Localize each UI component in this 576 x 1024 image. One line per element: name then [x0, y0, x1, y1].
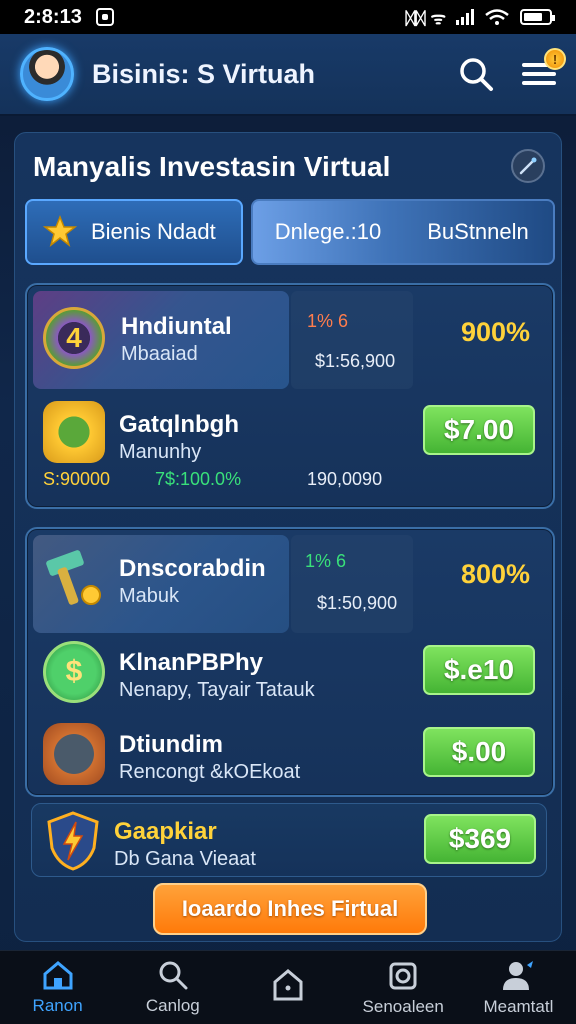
- buy-button[interactable]: $.e10: [423, 645, 535, 695]
- item-name: Gatqlnbgh: [119, 411, 239, 438]
- tab-bar: Bienis Ndadt Dnlege.:10 BuStnneln: [25, 199, 555, 265]
- nav-label: Senoaleen: [362, 996, 444, 1016]
- tab-bisnis[interactable]: Bienis Ndadt: [25, 199, 243, 265]
- hammer-icon: [41, 547, 103, 609]
- magic-wand-icon[interactable]: [511, 149, 545, 183]
- buy-button[interactable]: $.00: [423, 727, 535, 777]
- business-percent: 800%: [461, 559, 531, 589]
- change-tag: 1% 6: [307, 311, 349, 331]
- dollar-coin-icon: $: [43, 641, 105, 703]
- trophy-icon: [43, 215, 77, 247]
- stat-left: S:90000: [43, 469, 111, 489]
- invest-cta-button[interactable]: Ioaardo Inhes Firtual: [153, 883, 427, 935]
- nav-item-house[interactable]: [230, 951, 345, 1024]
- clover-badge-icon: 4: [43, 307, 105, 369]
- item-name: KlnanPBPhy: [119, 649, 264, 676]
- item-sub: Rencongt &kOEkoat: [119, 761, 301, 783]
- wifi-icon: [485, 9, 509, 25]
- price-box: [291, 291, 413, 389]
- tab-segment-label-1[interactable]: Dnlege.:10: [253, 219, 403, 245]
- business-card[interactable]: 4 Hndiuntal Mbaaiad 1% 6 $1:56,900 900% …: [25, 283, 555, 509]
- business-price: $1:50,900: [317, 593, 398, 613]
- search-icon[interactable]: [458, 56, 494, 92]
- nav-label: Ranon: [32, 995, 83, 1015]
- house-icon: [273, 968, 303, 1000]
- nav-item-camera[interactable]: Senoaleen: [346, 951, 461, 1024]
- business-sub: Mbaaiad: [121, 343, 198, 365]
- stat-right: 190,0090: [307, 469, 383, 489]
- camera-icon: [389, 962, 417, 989]
- notification-icon: [95, 8, 114, 26]
- nav-item-profile[interactable]: Meamtatl: [461, 951, 576, 1024]
- item-name: Gaapkiar: [114, 818, 217, 845]
- signal-icon: [456, 9, 474, 25]
- item-sub: Manunhy: [119, 441, 202, 463]
- search-icon: [159, 961, 188, 989]
- stat-mid: 7$:100.0%: [155, 469, 242, 489]
- lightning-shield-icon: [42, 810, 104, 872]
- change-tag: 1% 6: [305, 551, 347, 571]
- tab-segment[interactable]: Dnlege.:10 BuStnneln: [251, 199, 555, 265]
- business-price: $1:56,900: [315, 351, 396, 371]
- app-header: Bisinis: S Virtuah !: [0, 34, 576, 116]
- bottom-nav: Ranon Canlog Senoaleen Meamtatl: [0, 950, 576, 1024]
- business-name: Hndiuntal: [121, 313, 232, 340]
- item-sub: Db Gana Vieaat: [114, 848, 256, 870]
- business-card[interactable]: Gaapkiar Db Gana Vieaat $369: [31, 803, 547, 877]
- home-icon: [43, 960, 73, 989]
- battery-icon: [520, 9, 555, 25]
- business-sub: Mabuk: [119, 585, 180, 607]
- notification-badge: !: [544, 48, 566, 70]
- menu-button[interactable]: !: [522, 48, 566, 88]
- header-actions: !: [458, 48, 566, 92]
- item-sub: Nenapy, Tayair Tatauk: [119, 679, 315, 701]
- nav-item-catalog[interactable]: Canlog: [115, 951, 230, 1024]
- status-icons: ᛞᛞ ᯤ: [405, 6, 555, 29]
- nav-label: Meamtatl: [483, 996, 554, 1016]
- app-title: Bisinis: S Virtuah: [92, 58, 316, 89]
- user-icon: [503, 960, 534, 990]
- buy-button[interactable]: $7.00: [423, 405, 535, 455]
- network-indicator: ᛞᛞ ᯤ: [405, 8, 446, 28]
- panel-title: Manyalis Investasin Virtual: [33, 151, 391, 182]
- nav-label: Canlog: [145, 995, 200, 1015]
- coin-icon: [43, 401, 105, 463]
- shield-face-icon: [43, 723, 105, 785]
- business-card[interactable]: Dnscorabdin Mabuk 1% 6 $1:50,900 800% $ …: [25, 527, 555, 797]
- business-percent: 900%: [461, 317, 531, 347]
- tab-segment-label-2[interactable]: BuStnneln: [403, 219, 553, 245]
- item-name: Dtiundim: [119, 731, 223, 758]
- nav-item-home[interactable]: Ranon: [0, 951, 115, 1024]
- buy-button[interactable]: $369: [424, 814, 536, 864]
- business-name: Dnscorabdin: [119, 555, 266, 582]
- investment-panel: Manyalis Investasin Virtual Bienis Ndadt…: [14, 132, 562, 942]
- badge-number: 4: [66, 322, 82, 353]
- price-box: [291, 535, 413, 633]
- status-time: 2:8:13: [24, 5, 82, 28]
- status-bar: 2:8:13 ᛞᛞ ᯤ: [0, 0, 576, 34]
- tab-bisnis-label: Bienis Ndadt: [91, 219, 216, 244]
- avatar[interactable]: [20, 47, 74, 101]
